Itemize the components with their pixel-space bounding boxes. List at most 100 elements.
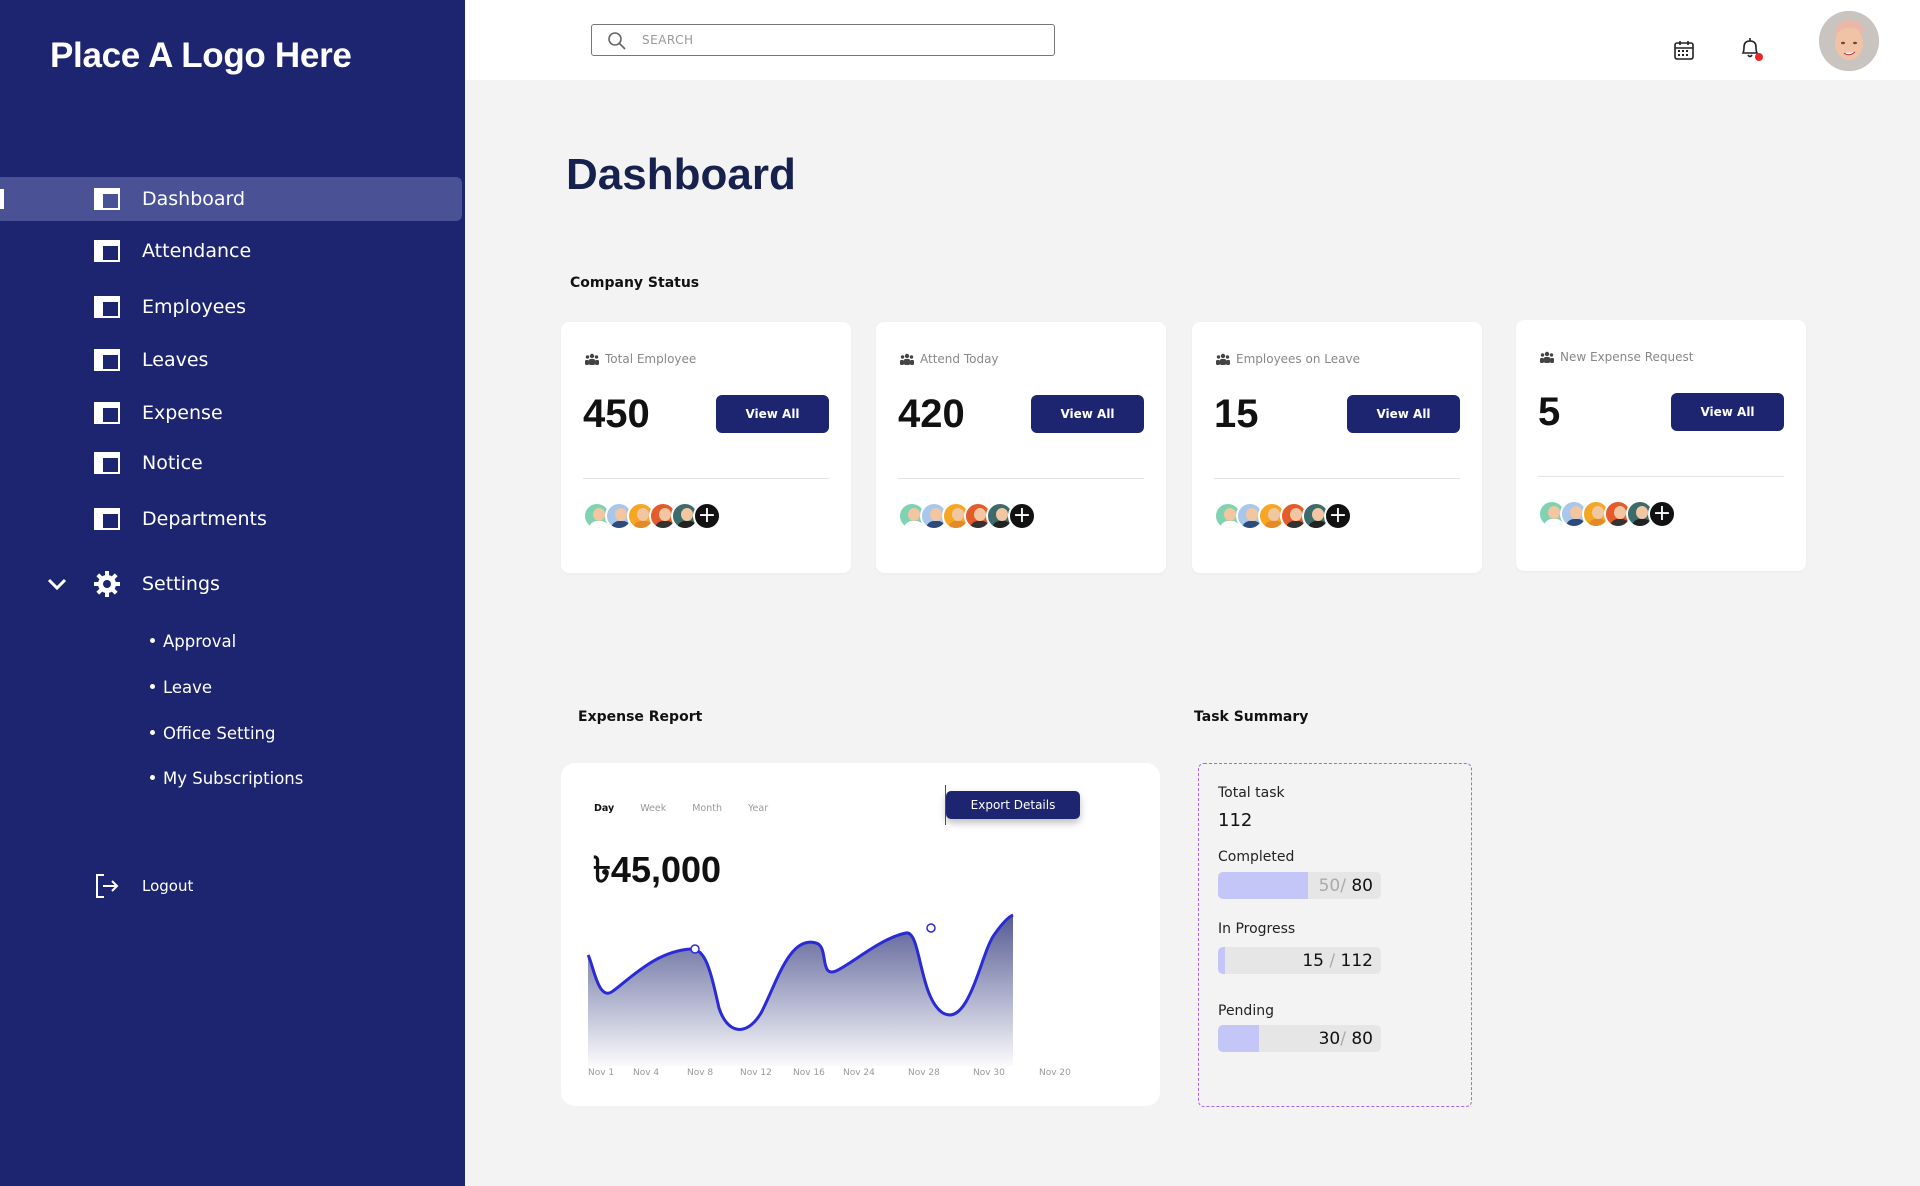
progress-text: 15 / 112 [1302, 951, 1373, 971]
layout-icon [94, 296, 120, 318]
logout-icon [96, 874, 119, 898]
sidebar-item-label: Notice [142, 452, 203, 474]
divider [1538, 476, 1784, 477]
sidebar-item-dashboard[interactable]: Dashboard [0, 177, 462, 221]
total-task-label: Total task [1218, 785, 1285, 801]
section-title-task-summary: Task Summary [1194, 709, 1309, 725]
sidebar-item-notice[interactable]: Notice [0, 441, 462, 485]
sidebar-item-leaves[interactable]: Leaves [0, 338, 462, 382]
chart-point [926, 923, 936, 933]
x-tick-label: Nov 28 [908, 1068, 940, 1078]
calendar-icon[interactable] [1673, 39, 1695, 61]
avatar-head [1548, 506, 1560, 519]
team-icon [1540, 351, 1554, 363]
layout-icon [94, 349, 120, 371]
notification-button[interactable] [1739, 37, 1763, 61]
submenu-item-leave[interactable]: Leave [150, 678, 212, 697]
avatar-head [1224, 508, 1236, 521]
x-tick-label: Nov 4 [633, 1068, 659, 1078]
team-icon [900, 353, 914, 365]
section-title-expense-report: Expense Report [578, 709, 703, 725]
avatar-head [974, 508, 986, 521]
sidebar-item-attendance[interactable]: Attendance [0, 229, 462, 273]
plus-icon[interactable]: + [1324, 502, 1352, 530]
avatar-head [1570, 506, 1582, 519]
avatar-head [1268, 508, 1280, 521]
progress-text: 30/ 80 [1318, 1029, 1373, 1049]
card-label: Total Employee [585, 352, 696, 366]
expense-area-chart: Nov 1 Nov 4 Nov 8 Nov 12 Nov 16 Nov 24 N… [586, 913, 1071, 1078]
total-task-value: 112 [1218, 810, 1253, 831]
avatar-head [615, 508, 627, 521]
view-all-button[interactable]: View All [1347, 395, 1460, 433]
bullet-icon [150, 775, 155, 780]
avatar-head [1592, 506, 1604, 519]
sidebar-item-employees[interactable]: Employees [0, 285, 462, 329]
avatar-group: + [1538, 500, 1676, 528]
avatar-group: + [898, 502, 1036, 530]
sidebar-item-expense[interactable]: Expense [0, 391, 462, 435]
page-title: Dashboard [566, 150, 796, 199]
avatar-head [930, 508, 942, 521]
submenu-label: Office Setting [163, 724, 276, 743]
avatar-head [637, 508, 649, 521]
divider [1214, 478, 1460, 479]
card-label-text: Attend Today [920, 352, 999, 366]
x-tick-label: Nov 1 [588, 1068, 614, 1078]
card-label-text: Total Employee [605, 352, 697, 366]
view-all-button[interactable]: View All [716, 395, 829, 433]
avatar-group: + [583, 502, 721, 530]
card-label-text: New Expense Request [1560, 350, 1694, 364]
view-all-button[interactable]: View All [1671, 393, 1784, 431]
card-value: 15 [1214, 392, 1259, 436]
logout-button[interactable]: Logout [94, 873, 193, 899]
avatar-group: + [1214, 502, 1352, 530]
sidebar-item-label: Leaves [142, 349, 209, 371]
sidebar-item-label: Dashboard [142, 188, 246, 210]
section-title-company-status: Company Status [570, 275, 700, 291]
pending-progress: 30/ 80 [1218, 1025, 1381, 1052]
plus-icon[interactable]: + [1648, 500, 1676, 528]
sidebar-item-label: Departments [142, 508, 267, 530]
avatar-head [1312, 508, 1324, 521]
plus-icon[interactable]: + [1008, 502, 1036, 530]
sidebar: Place A Logo Here Dashboard Attendance E… [0, 0, 465, 1186]
x-tick-label: Nov 12 [740, 1068, 772, 1078]
plus-icon[interactable]: + [693, 502, 721, 530]
progress-fill [1218, 872, 1308, 899]
submenu-item-approval[interactable]: Approval [150, 632, 236, 651]
in-progress-label: In Progress [1218, 921, 1296, 937]
chart-area-fill [588, 915, 1013, 1066]
x-axis-labels: Nov 1 Nov 4 Nov 8 Nov 12 Nov 16 Nov 24 N… [588, 1068, 1071, 1078]
card-value: 420 [898, 392, 965, 436]
layout-icon [94, 402, 120, 424]
avatar-head [1246, 508, 1258, 521]
logout-label: Logout [142, 877, 194, 895]
pending-label: Pending [1218, 1003, 1274, 1019]
search-input[interactable] [642, 29, 1042, 51]
team-icon [1216, 353, 1230, 365]
card-value: 5 [1538, 390, 1561, 434]
user-avatar[interactable] [1819, 11, 1879, 71]
completed-progress: 50/ 80 [1218, 872, 1381, 899]
bullet-icon [150, 730, 155, 735]
sidebar-item-departments[interactable]: Departments [0, 497, 462, 541]
view-all-button[interactable]: View All [1031, 395, 1144, 433]
avatar-head [593, 508, 605, 521]
submenu-item-my-subscriptions[interactable]: My Subscriptions [150, 769, 303, 788]
sidebar-item-settings[interactable]: Settings [0, 562, 462, 606]
layout-icon [94, 188, 120, 210]
card-value: 450 [583, 392, 650, 436]
submenu-item-office-setting[interactable]: Office Setting [150, 724, 276, 743]
submenu-label: My Subscriptions [163, 769, 304, 788]
avatar-head [659, 508, 671, 521]
divider [898, 478, 1144, 479]
task-summary-box: Total task 112 Completed 50/ 80 In Progr… [1198, 763, 1472, 1107]
chevron-down-icon[interactable] [46, 573, 68, 595]
search-icon [608, 32, 626, 50]
submenu-label: Leave [163, 678, 213, 697]
stat-card-employees-on-leave: Employees on Leave 15 View All + [1192, 322, 1482, 573]
search-box[interactable] [591, 24, 1055, 56]
stat-card-total-employee: Total Employee 450 View All + [561, 322, 851, 573]
submenu-label: Approval [163, 632, 237, 651]
